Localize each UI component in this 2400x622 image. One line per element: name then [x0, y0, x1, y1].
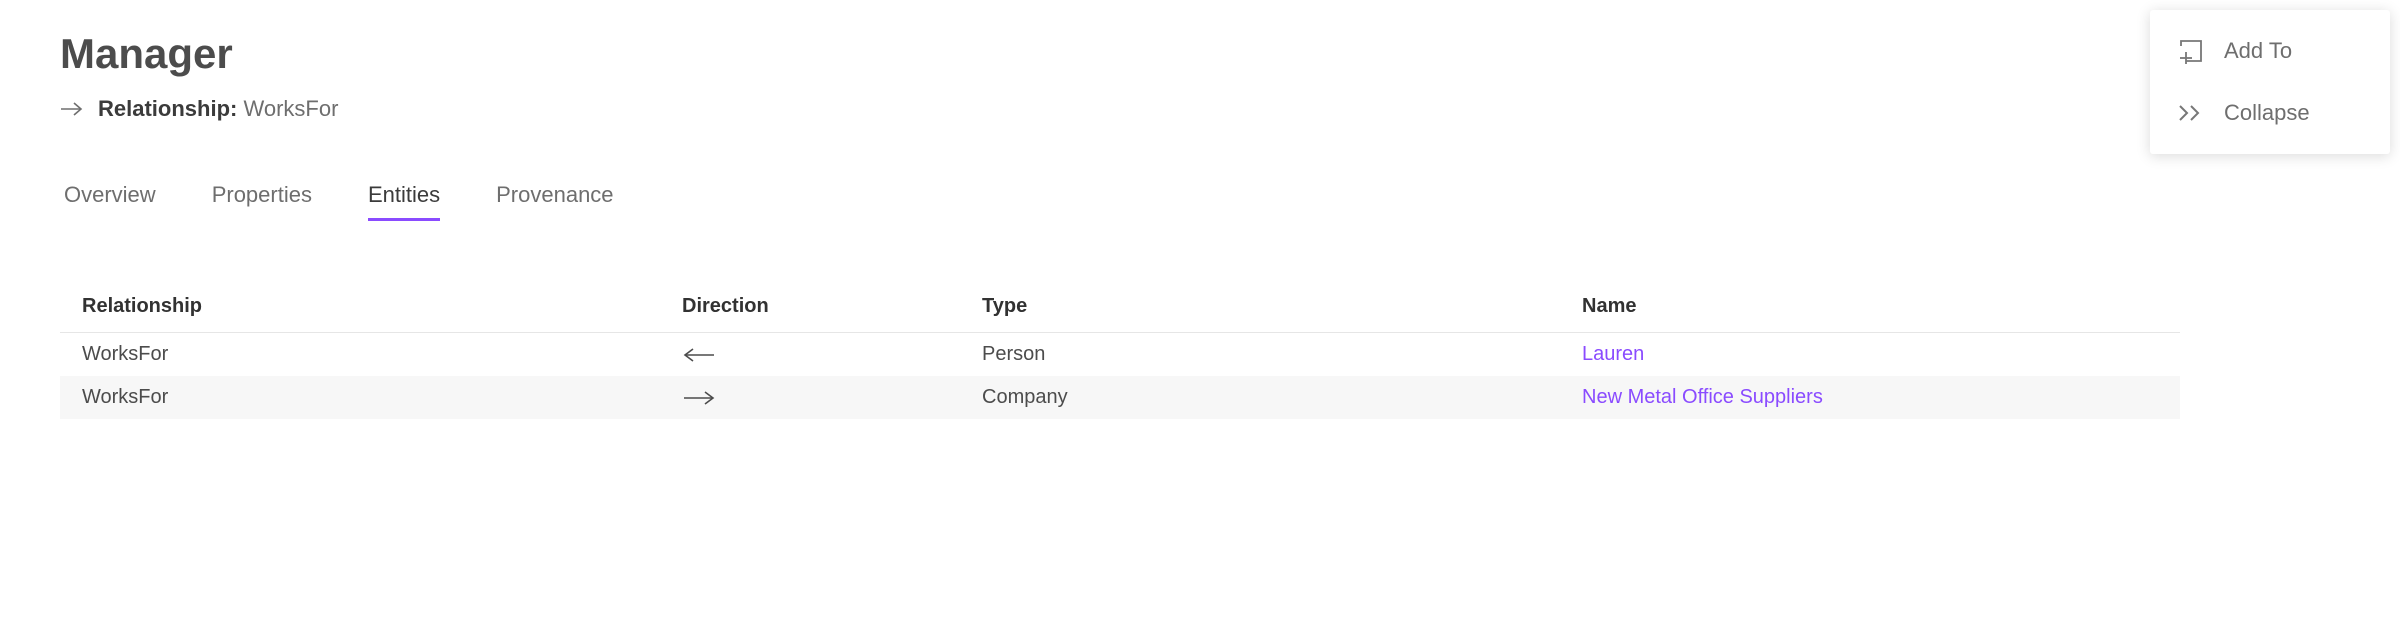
tab-entities[interactable]: Entities [368, 182, 440, 221]
col-relationship: Relationship [82, 295, 682, 318]
add-to-label: Add To [2224, 38, 2292, 64]
collapse-label: Collapse [2224, 100, 2310, 126]
cell-relationship: WorksFor [82, 343, 682, 366]
add-to-button[interactable]: Add To [2150, 20, 2390, 82]
table-row: WorksFor Person Lauren [60, 333, 2180, 376]
arrow-right-icon [60, 102, 84, 116]
col-name: Name [1582, 295, 2158, 318]
collapse-icon [2178, 103, 2204, 123]
arrow-left-icon [682, 348, 982, 362]
relationship-summary: Relationship: WorksFor [60, 96, 2340, 122]
relationship-value: WorksFor [243, 96, 338, 121]
table-row: WorksFor Company New Metal Office Suppli… [60, 376, 2180, 419]
entity-link[interactable]: New Metal Office Suppliers [1582, 386, 2158, 409]
tab-provenance[interactable]: Provenance [496, 182, 613, 221]
col-direction: Direction [682, 295, 982, 318]
entity-link[interactable]: Lauren [1582, 343, 2158, 366]
relationship-label: Relationship: [98, 96, 237, 121]
tab-properties[interactable]: Properties [212, 182, 312, 221]
table-header: Relationship Direction Type Name [60, 281, 2180, 333]
cell-type: Person [982, 343, 1582, 366]
cell-relationship: WorksFor [82, 386, 682, 409]
cell-type: Company [982, 386, 1582, 409]
tab-overview[interactable]: Overview [64, 182, 156, 221]
tabs: Overview Properties Entities Provenance [60, 182, 2340, 221]
collapse-button[interactable]: Collapse [2150, 82, 2390, 144]
page-title: Manager [60, 30, 2340, 78]
actions-panel: Add To Collapse [2150, 10, 2390, 154]
arrow-right-icon [682, 391, 982, 405]
add-to-icon [2178, 38, 2204, 64]
entities-table: Relationship Direction Type Name WorksFo… [60, 281, 2180, 419]
col-type: Type [982, 295, 1582, 318]
